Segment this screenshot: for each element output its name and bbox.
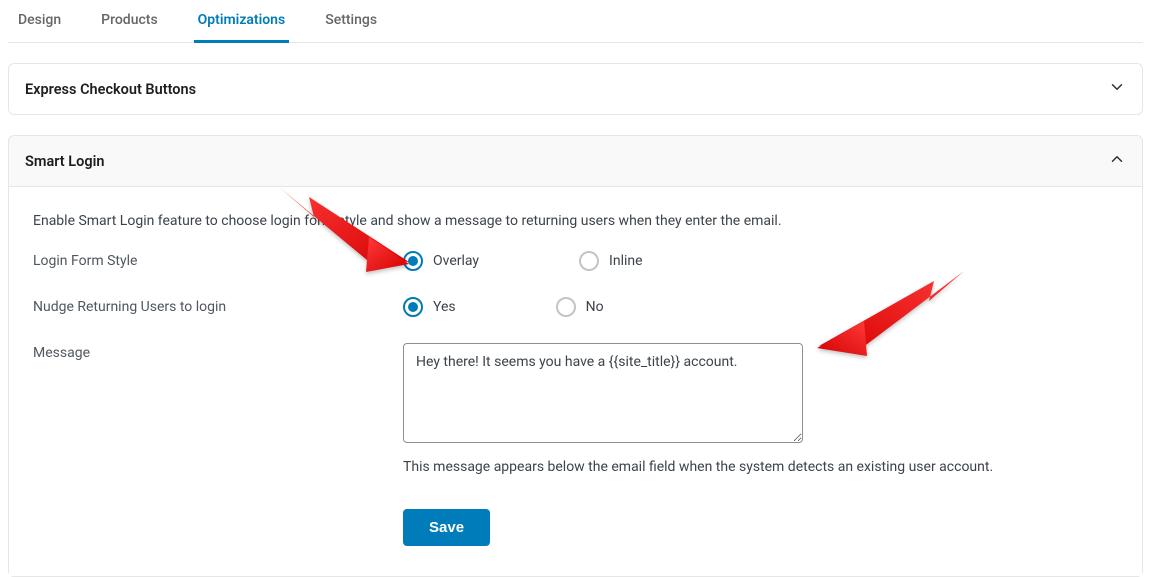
radio-no-label: No (586, 299, 604, 315)
radio-group-login-form-style: Overlay Inline (403, 251, 643, 271)
radio-icon (403, 297, 423, 317)
label-message: Message (33, 343, 403, 361)
tab-design[interactable]: Design (14, 0, 65, 42)
label-nudge-returning: Nudge Returning Users to login (33, 297, 403, 315)
tab-products[interactable]: Products (97, 0, 162, 42)
radio-overlay-label: Overlay (433, 253, 479, 269)
panel-smart-login-title: Smart Login (25, 153, 104, 170)
message-helper-text: This message appears below the email fie… (403, 459, 1003, 475)
panel-express-checkout-title: Express Checkout Buttons (25, 81, 196, 98)
row-login-form-style: Login Form Style Overlay Inline (33, 251, 1118, 271)
radio-icon (403, 251, 423, 271)
tab-settings[interactable]: Settings (321, 0, 381, 42)
radio-yes[interactable]: Yes (403, 297, 456, 317)
radio-overlay[interactable]: Overlay (403, 251, 479, 271)
row-nudge-returning: Nudge Returning Users to login Yes No (33, 297, 1118, 317)
tab-bar: Design Products Optimizations Settings (8, 0, 1143, 43)
panel-smart-login-body: Enable Smart Login feature to choose log… (9, 186, 1142, 576)
save-button[interactable]: Save (403, 509, 490, 546)
message-textarea[interactable] (403, 343, 803, 443)
label-login-form-style: Login Form Style (33, 251, 403, 269)
smart-login-description: Enable Smart Login feature to choose log… (33, 213, 1118, 229)
radio-inline-label: Inline (609, 253, 643, 269)
panel-smart-login: Smart Login Enable Smart Login feature t… (8, 135, 1143, 577)
radio-no[interactable]: No (556, 297, 604, 317)
message-column: This message appears below the email fie… (403, 343, 1003, 475)
radio-icon (579, 251, 599, 271)
panel-express-checkout: Express Checkout Buttons (8, 63, 1143, 115)
radio-yes-label: Yes (433, 299, 456, 315)
radio-icon (556, 297, 576, 317)
panel-express-checkout-header[interactable]: Express Checkout Buttons (9, 64, 1142, 114)
radio-inline[interactable]: Inline (579, 251, 643, 271)
tab-optimizations[interactable]: Optimizations (194, 0, 290, 42)
panel-smart-login-header[interactable]: Smart Login (9, 136, 1142, 186)
radio-group-nudge-returning: Yes No (403, 297, 604, 317)
chevron-down-icon (1108, 78, 1126, 100)
row-message: Message This message appears below the e… (33, 343, 1118, 475)
chevron-up-icon (1108, 150, 1126, 172)
